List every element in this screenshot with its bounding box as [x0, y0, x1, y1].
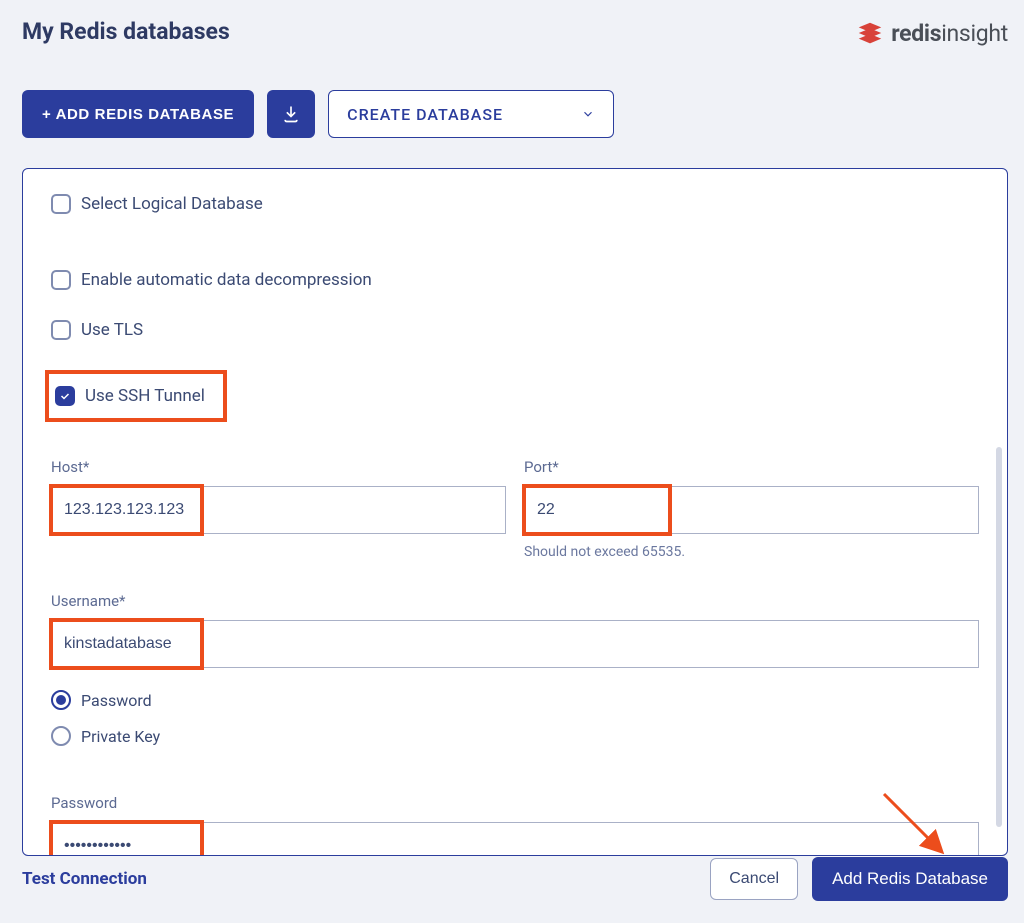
checkbox-label: Use TLS [81, 320, 143, 340]
username-label: Username* [51, 592, 979, 610]
test-connection-link[interactable]: Test Connection [22, 869, 147, 889]
brand-logo-block: redisinsight [855, 18, 1008, 48]
radio-label: Private Key [81, 727, 160, 746]
database-form-panel: Select Logical Database Enable automatic… [22, 168, 1008, 856]
checkbox-icon [51, 194, 71, 214]
scrollbar[interactable] [996, 447, 1002, 827]
create-database-dropdown[interactable]: CREATE DATABASE [328, 90, 614, 138]
checkbox-label: Enable automatic data decompression [81, 270, 372, 290]
host-input[interactable] [51, 486, 506, 534]
radio-label: Password [81, 691, 152, 710]
download-icon [281, 104, 301, 124]
checkbox-auto-decompress[interactable]: Enable automatic data decompression [51, 270, 979, 290]
checkbox-icon [51, 270, 71, 290]
radio-icon [51, 690, 71, 710]
port-input[interactable] [524, 486, 979, 534]
password-label: Password [51, 794, 979, 812]
dropdown-label: CREATE DATABASE [347, 105, 503, 124]
add-redis-database-submit-button[interactable]: Add Redis Database [812, 857, 1008, 901]
checkbox-label: Use SSH Tunnel [85, 386, 205, 406]
username-input[interactable] [51, 620, 979, 668]
add-redis-database-button[interactable]: + ADD REDIS DATABASE [22, 90, 254, 138]
checkbox-logical-db[interactable]: Select Logical Database [51, 194, 979, 214]
checkbox-use-tls[interactable]: Use TLS [51, 320, 979, 340]
radio-private-key[interactable]: Private Key [51, 726, 979, 746]
port-label: Port* [524, 458, 979, 476]
checkbox-use-ssh[interactable]: Use SSH Tunnel [55, 386, 205, 406]
radio-password[interactable]: Password [51, 690, 979, 710]
checkbox-icon [51, 320, 71, 340]
highlight-ssh-tunnel: Use SSH Tunnel [45, 370, 227, 422]
chevron-down-icon [581, 107, 595, 121]
redis-logo-icon [855, 18, 885, 48]
checkbox-icon [55, 386, 75, 406]
host-label: Host* [51, 458, 506, 476]
checkbox-label: Select Logical Database [81, 194, 263, 214]
brand-name: redisinsight [891, 20, 1008, 47]
page-title: My Redis databases [22, 18, 230, 45]
cancel-button[interactable]: Cancel [710, 858, 798, 900]
port-helper: Should not exceed 65535. [524, 544, 979, 560]
import-button[interactable] [267, 90, 315, 138]
password-input[interactable] [51, 822, 979, 856]
radio-icon [51, 726, 71, 746]
